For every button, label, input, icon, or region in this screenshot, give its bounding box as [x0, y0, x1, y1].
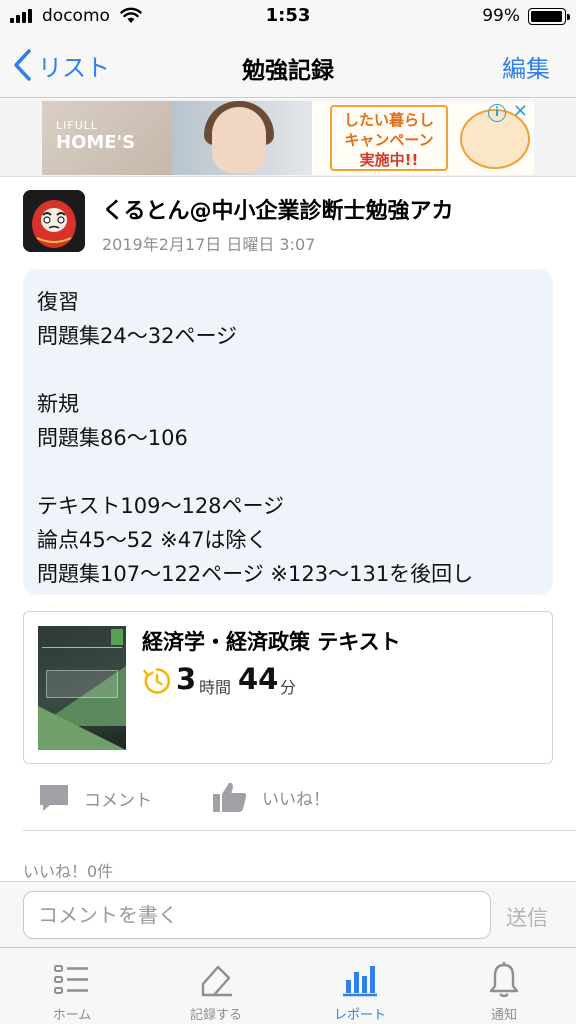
- divider: [23, 830, 576, 831]
- book-title: 経済学・経済政策 テキスト: [142, 630, 401, 654]
- author-name[interactable]: くるとん@中小企業診断士勉強アカ: [102, 193, 454, 225]
- timer-icon: [143, 668, 171, 694]
- tab-bar: ホーム 記録する レポート 通知: [0, 947, 576, 1024]
- study-minutes: 44: [238, 662, 279, 696]
- daruma-icon: [23, 190, 85, 252]
- ad-photo: [172, 101, 312, 175]
- book-cover: [38, 626, 126, 750]
- send-button[interactable]: 送信: [506, 902, 548, 932]
- pencil-icon: [201, 965, 232, 997]
- note-line: 新規: [37, 392, 79, 416]
- ad-logo: LIFULL HOME'S: [56, 119, 136, 153]
- tab-record[interactable]: 記録する: [144, 948, 288, 1024]
- note-line: 問題集86〜106: [37, 426, 188, 450]
- like-label: いいね！: [262, 789, 330, 810]
- note-line: 問題集24〜32ページ: [37, 324, 238, 348]
- navigation-bar: リスト 勉強記録 編集: [0, 32, 576, 98]
- list-icon: [54, 965, 88, 994]
- ad-info-icon[interactable]: i: [488, 104, 506, 122]
- note-line: [37, 455, 539, 489]
- tab-home-label: ホーム: [52, 1008, 92, 1023]
- battery-icon: [528, 8, 570, 25]
- ad-banner[interactable]: LIFULL HOME'S したい暮らし キャンペーン 実施中!! i ✕: [42, 101, 534, 175]
- note-line: 論点45〜52 ※47は除く: [37, 528, 268, 552]
- hours-unit: 時間: [199, 678, 232, 697]
- comment-icon: [40, 785, 68, 811]
- battery-percent: 99%: [482, 6, 520, 26]
- ad-campaign-panel: したい暮らし キャンペーン 実施中!! i ✕: [312, 101, 534, 175]
- edit-button[interactable]: 編集: [502, 49, 550, 84]
- tab-record-label: 記録する: [189, 1008, 242, 1023]
- note-line: 問題集107〜122ページ ※123〜131を後回し: [37, 562, 474, 586]
- ad-copy: したい暮らし キャンペーン 実施中!!: [330, 105, 448, 171]
- minutes-unit: 分: [280, 678, 297, 697]
- like-count[interactable]: いいね！0件: [23, 858, 113, 882]
- thumbs-up-icon: [213, 782, 247, 812]
- post-date: 2019年2月17日 日曜日 3:07: [102, 235, 316, 254]
- comment-composer: 送信: [0, 881, 576, 947]
- comment-input[interactable]: [23, 891, 491, 939]
- study-record-card[interactable]: 経済学・経済政策 テキスト 3 時間 44 分: [23, 611, 553, 764]
- screen: docomo 1:53 99% リスト 勉強記録 編集 LIFULL HOME'…: [0, 0, 576, 1024]
- tab-home[interactable]: ホーム: [0, 948, 144, 1024]
- tab-notifications[interactable]: 通知: [432, 948, 576, 1024]
- note-line: テキスト109〜128ページ: [37, 494, 285, 518]
- tab-report[interactable]: レポート: [288, 948, 432, 1024]
- tab-report-label: レポート: [333, 1008, 386, 1023]
- study-note: 復習 問題集24〜32ページ 新規 問題集86〜106 テキスト109〜128ペ…: [23, 269, 553, 595]
- like-button[interactable]: いいね！: [212, 780, 330, 814]
- status-bar: docomo 1:53 99%: [0, 0, 576, 32]
- page-title: 勉強記録: [242, 58, 334, 84]
- comment-label: コメント: [84, 790, 152, 811]
- bell-icon: [489, 962, 519, 998]
- ad-logo-panel: LIFULL HOME'S: [42, 101, 172, 175]
- note-line: [37, 353, 539, 387]
- avatar[interactable]: [23, 190, 85, 252]
- comment-button[interactable]: コメント: [38, 782, 152, 814]
- bar-chart-icon: [343, 966, 377, 997]
- ad-close-icon[interactable]: ✕: [513, 103, 528, 121]
- ad-strip: LIFULL HOME'S したい暮らし キャンペーン 実施中!! i ✕: [0, 99, 576, 177]
- tab-notifications-label: 通知: [490, 1008, 517, 1023]
- note-line: 復習: [37, 290, 79, 314]
- study-hours: 3: [176, 662, 197, 696]
